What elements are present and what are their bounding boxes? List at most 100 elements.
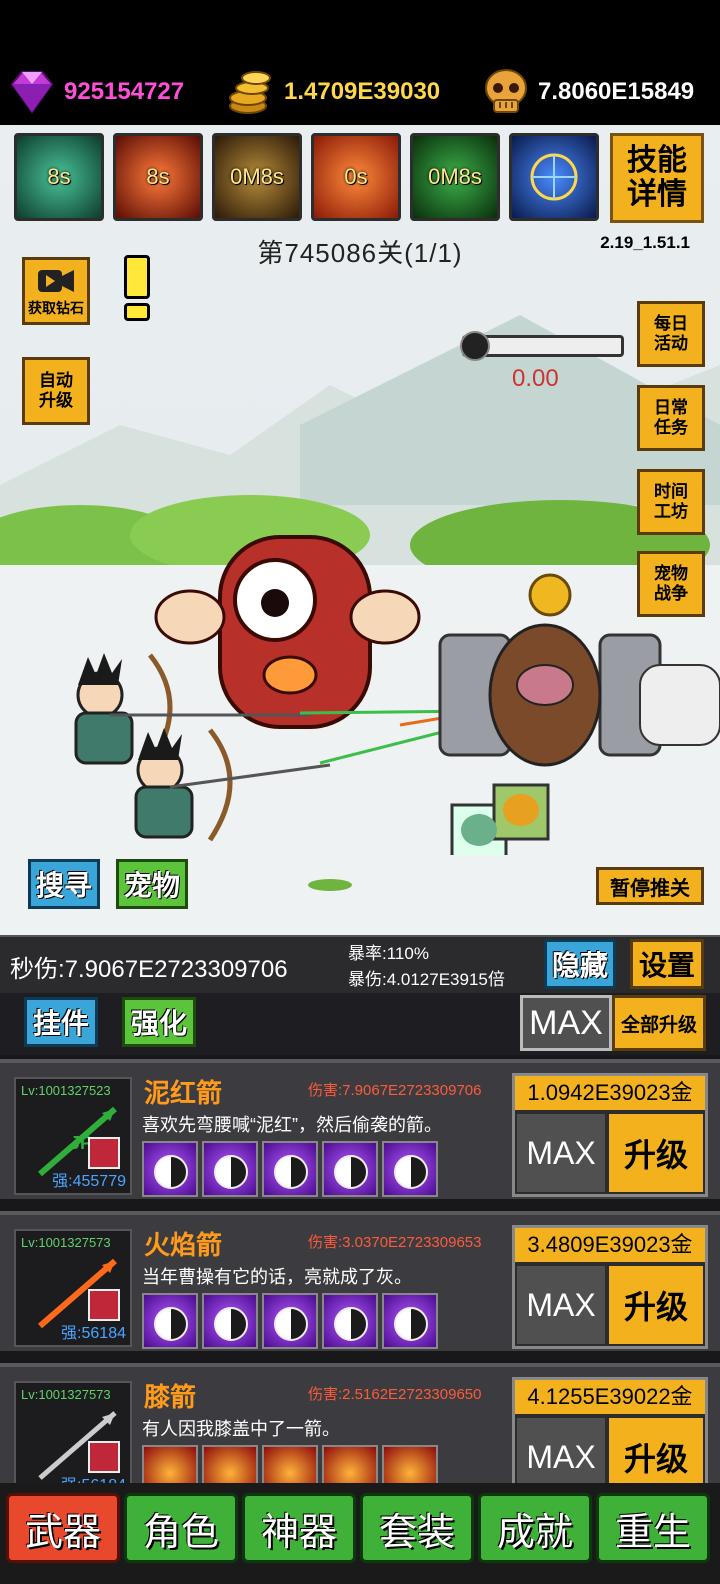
skill-slot-1[interactable]: 8s bbox=[14, 133, 104, 221]
yinyang-gem-icon[interactable] bbox=[382, 1141, 438, 1197]
nav-set-label: 套装 bbox=[378, 1511, 455, 1554]
bottom-nav: 武器 角色 神器 套装 成就 重生 bbox=[0, 1483, 720, 1584]
auto-upgrade-label: 自动升级 bbox=[39, 371, 73, 410]
tab-hang-item-label: 挂件 bbox=[32, 1008, 89, 1039]
skill-slot-3[interactable]: 0M8s bbox=[212, 133, 302, 221]
nav-character-label: 角色 bbox=[142, 1511, 219, 1554]
daily-activity-button[interactable]: 每日活动 bbox=[637, 301, 705, 367]
auto-upgrade-button[interactable]: 自动升级 bbox=[22, 357, 90, 425]
weapon-description: 当年曹操有它的话，亮就成了灰。 bbox=[142, 1267, 412, 1287]
nav-character[interactable]: 角色 bbox=[124, 1493, 238, 1563]
video-camera-icon bbox=[38, 270, 74, 292]
fire-gem-icon[interactable] bbox=[142, 1445, 198, 1483]
crit-damage-value: 暴伤:4.0127E3915倍 bbox=[348, 970, 505, 989]
upgrade-button[interactable]: 升级 bbox=[609, 1418, 703, 1483]
soul-currency: 7.8060E15849 bbox=[480, 66, 694, 118]
helmet-badge-icon bbox=[88, 1289, 120, 1321]
battle-scene: 8s 8s 0M8s 0s 0M8s 技能详情 第745086关(1/1) 2.… bbox=[0, 125, 720, 935]
gold-count: 1.4709E39030 bbox=[284, 78, 441, 105]
status-bar bbox=[0, 0, 720, 60]
gem-slots bbox=[142, 1141, 438, 1197]
skill-slot-2[interactable]: 8s bbox=[113, 133, 203, 221]
upgrade-all-label: 全部升级 bbox=[620, 1014, 697, 1036]
upgrade-panel: 4.1255E39022金 MAX 升级 bbox=[512, 1377, 708, 1483]
diamond-icon bbox=[10, 71, 54, 114]
max-level-button[interactable]: MAX bbox=[517, 1418, 605, 1483]
upgrade-price: 4.1255E39022金 bbox=[515, 1380, 705, 1414]
yinyang-gem-icon[interactable] bbox=[322, 1141, 378, 1197]
stats-bar: 秒伤:7.9067E2723309706 暴率:110% 暴伤:4.0127E3… bbox=[0, 935, 720, 993]
sub-tabs-bar: 挂件 强化 MAX 全部升级 bbox=[0, 993, 720, 1055]
weapon-level: Lv:1001327523 bbox=[21, 1083, 111, 1098]
fire-gem-icon[interactable] bbox=[262, 1445, 318, 1483]
weapon-list: Lv:1001327523 JP 强:455779 泥红箭 伤害:7.9067E… bbox=[0, 1055, 720, 1483]
skull-icon bbox=[485, 69, 527, 113]
settings-button[interactable]: 设置 bbox=[630, 939, 704, 989]
watch-video-button[interactable]: 获取钻石 bbox=[22, 257, 90, 325]
nav-achievement-label: 成就 bbox=[496, 1511, 573, 1554]
helmet-badge-icon bbox=[88, 1441, 120, 1473]
hide-button-label: 隐藏 bbox=[551, 950, 608, 981]
weapon-level: Lv:1001327573 bbox=[21, 1235, 111, 1250]
nav-artifact[interactable]: 神器 bbox=[242, 1493, 356, 1563]
weapon-description: 有人因我膝盖中了一箭。 bbox=[142, 1419, 340, 1439]
max-level-button[interactable]: MAX bbox=[517, 1266, 605, 1344]
pause-push-button[interactable]: 暂停推关 bbox=[596, 867, 704, 905]
upgrade-panel: 3.4809E39023金 MAX 升级 bbox=[512, 1225, 708, 1349]
weapon-thumbnail[interactable]: Lv:1001327573 强:56184 bbox=[14, 1381, 132, 1483]
helmet-badge-icon bbox=[88, 1137, 120, 1169]
upgrade-all-button[interactable]: 全部升级 bbox=[612, 995, 706, 1051]
yinyang-gem-icon[interactable] bbox=[202, 1141, 258, 1197]
max-level-button[interactable]: MAX bbox=[517, 1114, 605, 1192]
nav-achievement[interactable]: 成就 bbox=[478, 1493, 592, 1563]
pet-button-label: 宠物 bbox=[123, 870, 180, 901]
fire-gem-icon[interactable] bbox=[322, 1445, 378, 1483]
nav-set[interactable]: 套装 bbox=[360, 1493, 474, 1563]
crit-rate-value: 暴率:110% bbox=[348, 944, 429, 963]
archer-2 bbox=[134, 728, 331, 842]
nav-weapons-label: 武器 bbox=[24, 1511, 101, 1554]
upgrade-button[interactable]: 升级 bbox=[609, 1114, 703, 1192]
boss-progress-value: 0.00 bbox=[512, 365, 559, 392]
upgrade-button[interactable]: 升级 bbox=[609, 1266, 703, 1344]
search-button[interactable]: 搜寻 bbox=[28, 859, 100, 909]
weapon-card: Lv:1001327573 强:56184 火焰箭 伤害:3.0370E2723… bbox=[0, 1211, 720, 1351]
nav-rebirth[interactable]: 重生 bbox=[596, 1493, 710, 1563]
weapon-thumbnail[interactable]: Lv:1001327573 强:56184 bbox=[14, 1229, 132, 1347]
nav-weapons[interactable]: 武器 bbox=[6, 1493, 120, 1563]
skill-slot-6[interactable] bbox=[509, 133, 599, 221]
settings-button-label: 设置 bbox=[638, 950, 695, 981]
yinyang-gem-icon[interactable] bbox=[262, 1141, 318, 1197]
tab-enhance-label: 强化 bbox=[130, 1008, 187, 1039]
yinyang-gem-icon[interactable] bbox=[142, 1141, 198, 1197]
tab-hang-item[interactable]: 挂件 bbox=[24, 997, 98, 1047]
skill-cooldown-4: 0s bbox=[344, 164, 368, 189]
yinyang-gem-icon[interactable] bbox=[322, 1293, 378, 1349]
diamond-count: 925154727 bbox=[64, 78, 185, 105]
yinyang-gem-icon[interactable] bbox=[202, 1293, 258, 1349]
yinyang-gem-icon[interactable] bbox=[382, 1293, 438, 1349]
skill-cooldown-1: 8s bbox=[47, 164, 71, 189]
dps-value: 秒伤:7.9067E2723309706 bbox=[10, 956, 288, 983]
skill-details-button[interactable]: 技能详情 bbox=[610, 133, 704, 223]
hide-button[interactable]: 隐藏 bbox=[544, 939, 616, 989]
weapon-damage: 伤害:3.0370E2723309653 bbox=[308, 1234, 482, 1251]
yinyang-gem-icon[interactable] bbox=[142, 1293, 198, 1349]
daily-task-button[interactable]: 日常任务 bbox=[637, 385, 705, 451]
daily-task-label: 日常任务 bbox=[654, 398, 688, 437]
max-toggle-button[interactable]: MAX bbox=[520, 995, 612, 1051]
fire-gem-icon[interactable] bbox=[382, 1445, 438, 1483]
skill-slot-5[interactable]: 0M8s bbox=[410, 133, 500, 221]
weapon-description: 喜欢先弯腰喊“泥红”，然后偷袭的箭。 bbox=[142, 1115, 442, 1135]
enemy-horde bbox=[438, 573, 720, 767]
upgrade-price: 1.0942E39023金 bbox=[515, 1076, 705, 1110]
gem-slots bbox=[142, 1293, 438, 1349]
pet-button[interactable]: 宠物 bbox=[116, 859, 188, 909]
weapon-thumbnail[interactable]: Lv:1001327523 JP 强:455779 bbox=[14, 1077, 132, 1195]
tab-enhance[interactable]: 强化 bbox=[122, 997, 196, 1047]
nav-rebirth-label: 重生 bbox=[614, 1511, 691, 1554]
skill-slot-4[interactable]: 0s bbox=[311, 133, 401, 221]
pause-push-label: 暂停推关 bbox=[610, 877, 690, 900]
yinyang-gem-icon[interactable] bbox=[262, 1293, 318, 1349]
fire-gem-icon[interactable] bbox=[202, 1445, 258, 1483]
